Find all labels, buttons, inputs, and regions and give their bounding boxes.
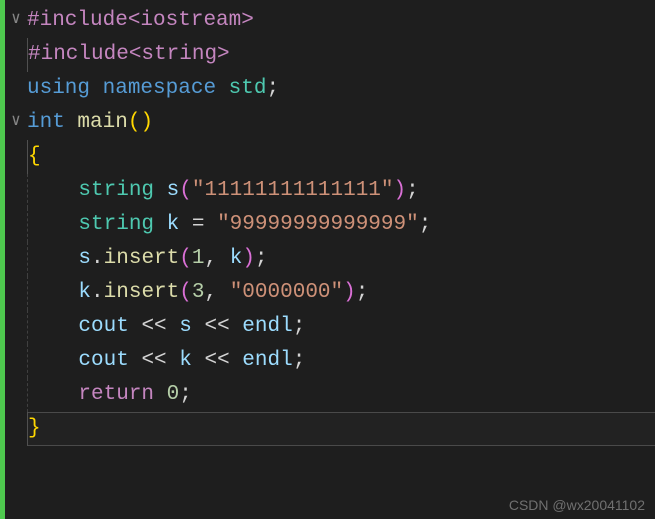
comma: ,	[204, 247, 229, 270]
watermark: CSDN @wx20041102	[509, 497, 645, 513]
type: int	[27, 111, 65, 134]
code-line[interactable]: #include<iostream>	[27, 4, 655, 38]
semicolon: ;	[356, 281, 369, 304]
operator: <<	[192, 315, 242, 338]
code-line[interactable]: cout << s << endl;	[27, 310, 655, 344]
variable: k	[230, 247, 243, 270]
variable: k	[78, 281, 91, 304]
paren: )	[140, 111, 153, 134]
paren: )	[242, 247, 255, 270]
preproc-directive: #include	[27, 9, 128, 32]
code-line[interactable]: return 0;	[27, 378, 655, 412]
fold-chevron-icon[interactable]: ∨	[9, 110, 23, 130]
operator: =	[179, 213, 217, 236]
semicolon: ;	[266, 77, 279, 100]
variable: s	[167, 179, 180, 202]
dot: .	[91, 247, 104, 270]
code-line[interactable]: string s("11111111111111");	[27, 174, 655, 208]
semicolon: ;	[255, 247, 268, 270]
brace: }	[28, 417, 41, 440]
type: string	[78, 179, 154, 202]
code-editor[interactable]: ∨ ∨ #include<iostream> #include<string> …	[0, 0, 655, 519]
operator: <<	[192, 349, 242, 372]
gutter: ∨ ∨	[5, 0, 27, 519]
paren: )	[343, 281, 356, 304]
code-line[interactable]: #include<string>	[27, 38, 655, 72]
number-literal: 3	[192, 281, 205, 304]
number-literal: 0	[167, 383, 180, 406]
comma: ,	[204, 281, 229, 304]
operator: <<	[129, 315, 179, 338]
namespace: std	[229, 77, 267, 100]
preproc-directive: #include	[28, 43, 129, 66]
keyword: return	[78, 383, 154, 406]
code-line[interactable]: int main()	[27, 106, 655, 140]
operator: <<	[129, 349, 179, 372]
variable: k	[179, 349, 192, 372]
paren: (	[179, 281, 192, 304]
code-line[interactable]: s.insert(1, k);	[27, 242, 655, 276]
semicolon: ;	[179, 383, 192, 406]
keyword: using	[27, 77, 90, 100]
string-literal: "99999999999999"	[217, 213, 419, 236]
include-path: <iostream>	[128, 9, 254, 32]
number-literal: 1	[192, 247, 205, 270]
semicolon: ;	[293, 315, 306, 338]
variable: k	[167, 213, 180, 236]
variable: cout	[78, 349, 128, 372]
brace: {	[28, 145, 41, 168]
code-line[interactable]: k.insert(3, "0000000");	[27, 276, 655, 310]
semicolon: ;	[293, 349, 306, 372]
semicolon: ;	[419, 213, 432, 236]
type: string	[78, 213, 154, 236]
code-line[interactable]: {	[27, 140, 655, 174]
code-line[interactable]: cout << k << endl;	[27, 344, 655, 378]
paren: )	[394, 179, 407, 202]
dot: .	[91, 281, 104, 304]
variable: cout	[78, 315, 128, 338]
code-line[interactable]: }	[27, 412, 655, 446]
variable: endl	[242, 315, 292, 338]
variable: s	[78, 247, 91, 270]
code-line[interactable]: using namespace std;	[27, 72, 655, 106]
function-name: main	[77, 111, 127, 134]
paren: (	[179, 179, 192, 202]
keyword: namespace	[103, 77, 216, 100]
paren: (	[179, 247, 192, 270]
include-path: <string>	[129, 43, 230, 66]
variable: endl	[242, 349, 292, 372]
code-line[interactable]: string k = "99999999999999";	[27, 208, 655, 242]
method-name: insert	[104, 247, 180, 270]
string-literal: "0000000"	[230, 281, 343, 304]
fold-chevron-icon[interactable]: ∨	[9, 8, 23, 28]
method-name: insert	[104, 281, 180, 304]
string-literal: "11111111111111"	[192, 179, 394, 202]
code-area[interactable]: #include<iostream> #include<string> usin…	[27, 0, 655, 519]
paren: (	[128, 111, 141, 134]
variable: s	[179, 315, 192, 338]
semicolon: ;	[406, 179, 419, 202]
